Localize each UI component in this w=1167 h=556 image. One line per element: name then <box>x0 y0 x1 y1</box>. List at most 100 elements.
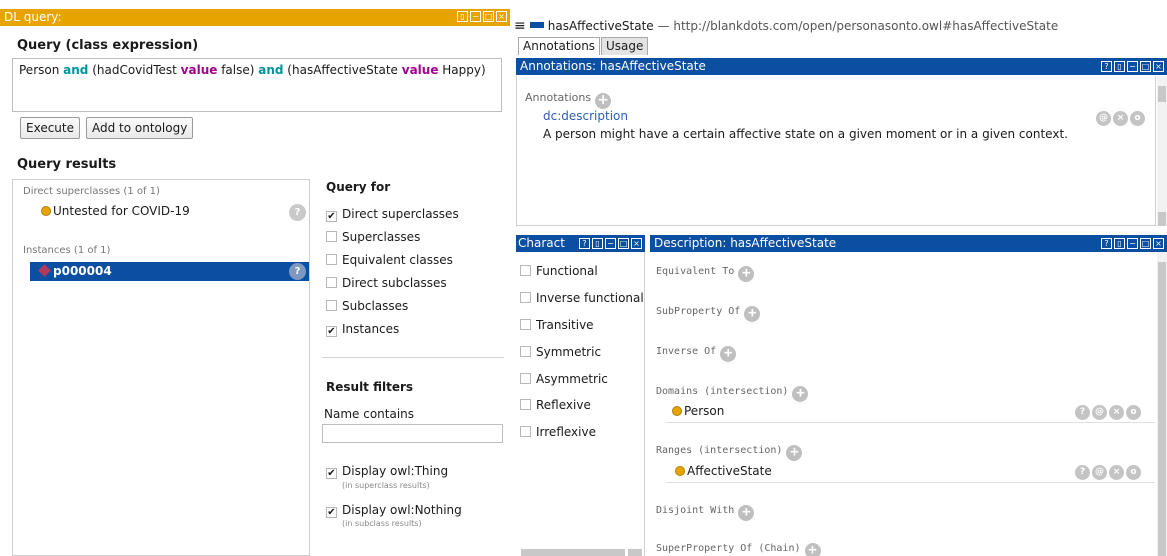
checkbox[interactable] <box>520 426 531 437</box>
minimize-icon[interactable]: − <box>1127 238 1138 249</box>
annotate-icon[interactable]: @ <box>1092 465 1107 480</box>
display-owl-nothing-option[interactable]: ✔ Display owl:Nothing <box>326 503 462 518</box>
split-view-icon[interactable]: ▯ <box>592 238 603 249</box>
explain-help-icon[interactable]: ? <box>289 204 306 221</box>
checkbox[interactable]: ✔ <box>326 507 337 518</box>
domain-item[interactable]: Person <box>672 404 724 418</box>
option-subclasses[interactable]: Subclasses <box>326 299 408 313</box>
option-label: Equivalent classes <box>342 253 453 267</box>
close-view-icon[interactable]: × <box>1153 61 1164 72</box>
superclass-result-item[interactable]: Untested for COVID-19 <box>41 204 190 218</box>
checkbox[interactable] <box>520 346 531 357</box>
add-annotation-icon[interactable]: + <box>595 93 612 109</box>
add-range-icon[interactable]: + <box>786 445 803 461</box>
name-contains-input[interactable] <box>322 424 503 443</box>
option-superclasses[interactable]: Superclasses <box>326 230 420 244</box>
option-direct-subclasses[interactable]: Direct subclasses <box>326 276 447 290</box>
checkbox[interactable] <box>326 277 337 288</box>
checkbox[interactable] <box>520 373 531 384</box>
minimize-icon[interactable]: − <box>470 11 481 22</box>
add-equivalent-icon[interactable]: + <box>738 266 755 282</box>
inverse-of-section: Inverse Of + <box>656 346 737 362</box>
split-view-icon[interactable]: ▯ <box>1114 238 1125 249</box>
explain-help-icon[interactable]: ? <box>289 263 306 280</box>
option-equivalent-classes[interactable]: Equivalent classes <box>326 253 453 267</box>
annotations-scroll-thumb-bottom[interactable] <box>1158 212 1166 226</box>
checkbox[interactable] <box>520 265 531 276</box>
annotations-scroll-thumb[interactable] <box>1158 86 1166 102</box>
delete-icon[interactable]: × <box>1113 111 1128 126</box>
delete-icon[interactable]: × <box>1109 405 1124 420</box>
characteristics-hscroll-thumb[interactable] <box>521 549 625 556</box>
characteristic-irreflexive[interactable]: Irreflexive <box>520 425 596 439</box>
edit-icon[interactable]: o <box>1126 405 1141 420</box>
maximize-icon[interactable]: □ <box>1140 61 1151 72</box>
option-direct-superclasses[interactable]: ✔ Direct superclasses <box>326 207 459 222</box>
tab-annotations[interactable]: Annotations <box>518 37 601 55</box>
close-view-icon[interactable]: × <box>631 238 642 249</box>
menu-icon[interactable]: ≡ <box>514 18 526 34</box>
query-results-list[interactable] <box>12 179 310 556</box>
expr-token: false) <box>217 63 259 77</box>
add-subproperty-icon[interactable]: + <box>744 306 761 322</box>
characteristics-hscroll-end[interactable] <box>628 549 642 556</box>
annotation-property[interactable]: dc:description <box>543 109 628 123</box>
characteristic-transitive[interactable]: Transitive <box>520 318 594 332</box>
close-view-icon[interactable]: × <box>496 11 507 22</box>
add-chain-icon[interactable]: + <box>804 543 821 556</box>
characteristic-inverse-functional[interactable]: Inverse functional <box>520 291 644 305</box>
range-item-label: AffectiveState <box>687 464 772 478</box>
delete-icon[interactable]: × <box>1109 465 1124 480</box>
annotate-icon[interactable]: @ <box>1092 405 1107 420</box>
class-expression-editor[interactable]: Person and (hadCovidTest value false) an… <box>12 58 502 112</box>
add-disjoint-icon[interactable]: + <box>738 505 755 521</box>
maximize-icon[interactable]: □ <box>1140 238 1151 249</box>
add-to-ontology-button[interactable]: Add to ontology <box>86 117 194 139</box>
edit-icon[interactable]: o <box>1126 465 1141 480</box>
dl-query-title: DL query: <box>4 10 62 24</box>
checkbox[interactable]: ✔ <box>326 211 337 222</box>
help-icon[interactable]: ? <box>579 238 590 249</box>
checkbox[interactable] <box>520 399 531 410</box>
checkbox[interactable] <box>326 231 337 242</box>
split-view-icon[interactable]: ▯ <box>1114 61 1125 72</box>
annotations-title-bar: Annotations: hasAffectiveState ? ▯ − □ × <box>516 58 1167 75</box>
tab-usage[interactable]: Usage <box>601 37 649 55</box>
display-owl-thing-label: Display owl:Thing <box>342 464 449 478</box>
maximize-icon[interactable]: □ <box>483 11 494 22</box>
minimize-icon[interactable]: − <box>605 238 616 249</box>
checkbox[interactable] <box>520 292 531 303</box>
edit-icon[interactable]: o <box>1130 111 1145 126</box>
expr-token: (hadCovidTest <box>88 63 181 77</box>
characteristic-asymmetric[interactable]: Asymmetric <box>520 372 608 386</box>
minimize-icon[interactable]: − <box>1127 61 1138 72</box>
annotate-icon[interactable]: @ <box>1096 111 1111 126</box>
help-icon[interactable]: ? <box>1101 238 1112 249</box>
maximize-icon[interactable]: □ <box>618 238 629 249</box>
characteristic-functional[interactable]: Functional <box>520 264 598 278</box>
domains-section: Domains (intersection) + <box>656 386 809 402</box>
split-view-icon[interactable]: ▯ <box>457 11 468 22</box>
add-domain-icon[interactable]: + <box>792 386 809 402</box>
checkbox[interactable]: ✔ <box>326 326 337 337</box>
execute-button[interactable]: Execute <box>20 117 80 139</box>
characteristic-label: Irreflexive <box>536 425 596 439</box>
characteristic-symmetric[interactable]: Symmetric <box>520 345 601 359</box>
checkbox[interactable] <box>520 319 531 330</box>
superproperty-chain-label: SuperProperty Of (Chain) <box>656 543 801 554</box>
help-icon[interactable]: ? <box>1101 61 1112 72</box>
checkbox[interactable]: ✔ <box>326 468 337 479</box>
range-item[interactable]: AffectiveState <box>675 464 772 478</box>
close-view-icon[interactable]: × <box>1153 238 1164 249</box>
explain-icon[interactable]: ? <box>1075 465 1090 480</box>
checkbox[interactable] <box>326 254 337 265</box>
display-owl-thing-option[interactable]: ✔ Display owl:Thing <box>326 464 448 479</box>
description-scroll-thumb[interactable] <box>1158 262 1166 556</box>
characteristic-reflexive[interactable]: Reflexive <box>520 398 591 412</box>
add-inverse-icon[interactable]: + <box>720 346 737 362</box>
checkbox[interactable] <box>326 300 337 311</box>
option-instances[interactable]: ✔ Instances <box>326 322 399 337</box>
explain-icon[interactable]: ? <box>1075 405 1090 420</box>
instance-result-item[interactable]: p000004 <box>30 262 309 281</box>
annotations-panel <box>516 76 1156 226</box>
